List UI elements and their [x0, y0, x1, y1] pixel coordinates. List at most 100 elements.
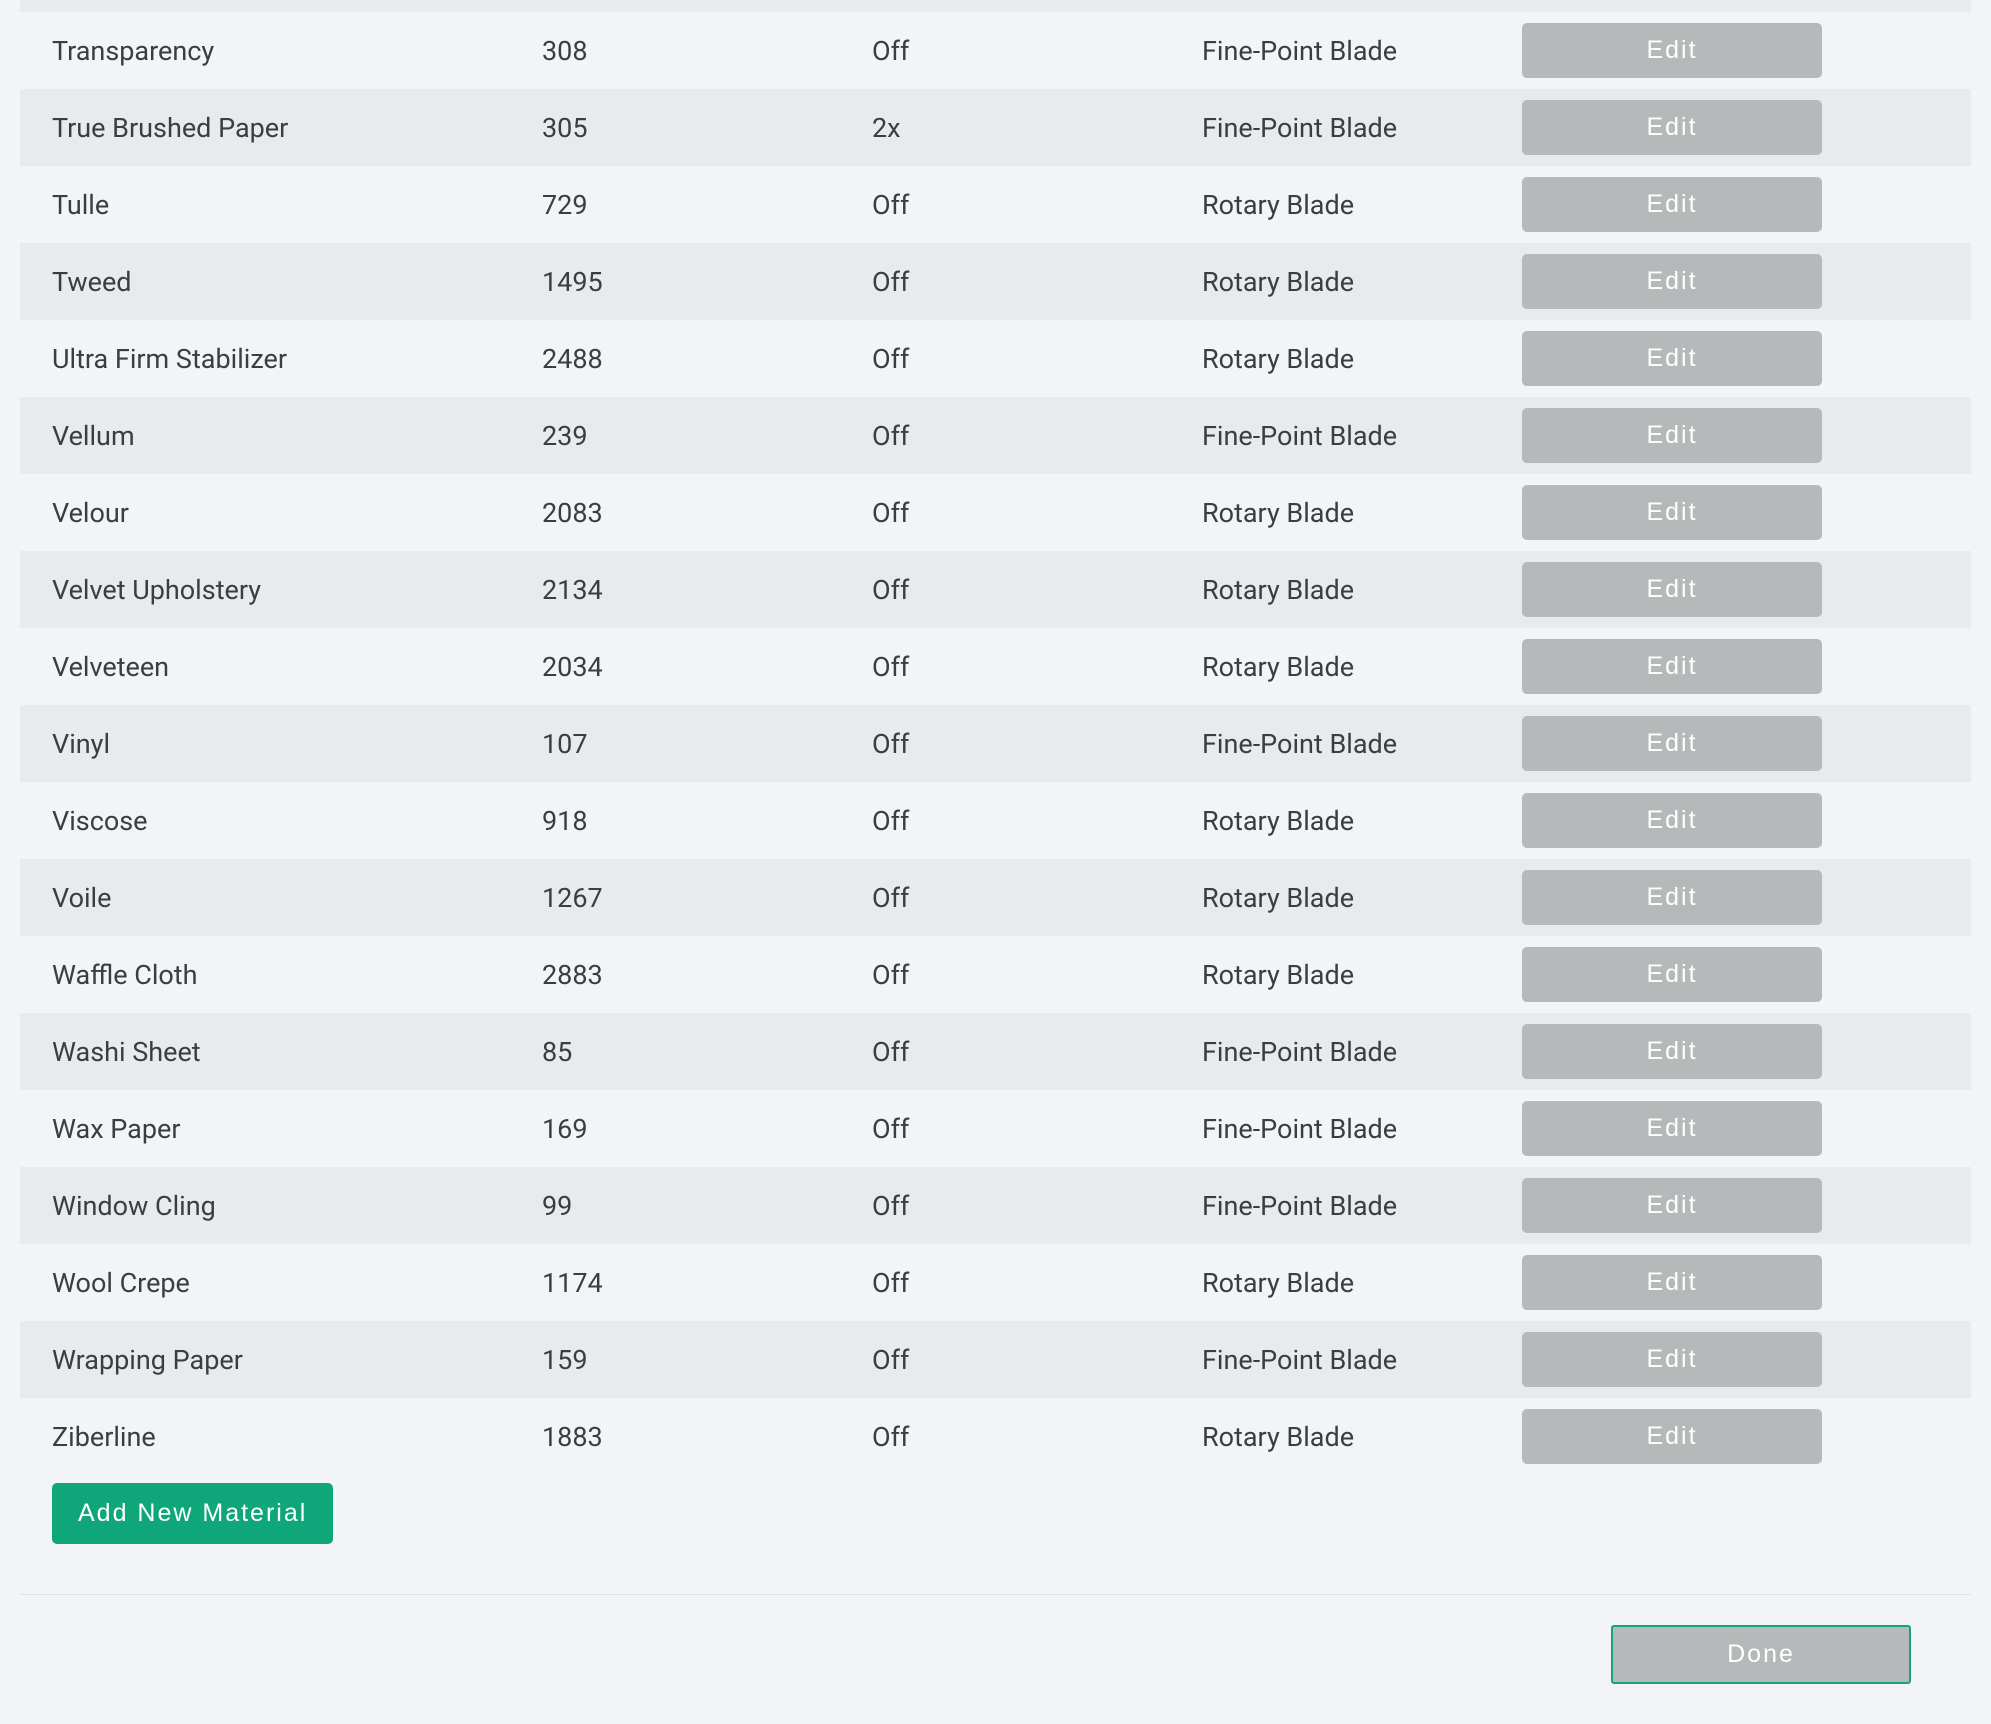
material-pressure: 159 — [542, 1344, 872, 1376]
material-pressure: 2134 — [542, 574, 872, 606]
material-name: Tweed — [52, 266, 542, 298]
table-row: Waffle Cloth2883OffRotary BladeEdit — [20, 936, 1971, 1013]
edit-button[interactable]: Edit — [1522, 716, 1822, 771]
edit-button[interactable]: Edit — [1522, 793, 1822, 848]
table-row: Wrapping Paper159OffFine-Point BladeEdit — [20, 1321, 1971, 1398]
edit-button[interactable]: Edit — [1522, 177, 1822, 232]
material-name: True Brushed Paper — [52, 112, 542, 144]
edit-button[interactable]: Edit — [1522, 254, 1822, 309]
material-blade: Rotary Blade — [1202, 805, 1522, 837]
material-name: Wax Paper — [52, 1113, 542, 1145]
material-multicut: Off — [872, 266, 1202, 298]
material-name: Ziberline — [52, 1421, 542, 1453]
material-multicut: Off — [872, 574, 1202, 606]
edit-button[interactable]: Edit — [1522, 23, 1822, 78]
table-row: Wax Paper169OffFine-Point BladeEdit — [20, 1090, 1971, 1167]
material-name: Tulle — [52, 189, 542, 221]
material-name: Wrapping Paper — [52, 1344, 542, 1376]
material-pressure: 2488 — [542, 343, 872, 375]
material-multicut: Off — [872, 1344, 1202, 1376]
material-multicut: Off — [872, 1421, 1202, 1453]
edit-button[interactable]: Edit — [1522, 1409, 1822, 1464]
material-blade: Rotary Blade — [1202, 651, 1522, 683]
partial-row-cutoff — [20, 0, 1971, 12]
edit-button[interactable]: Edit — [1522, 100, 1822, 155]
material-blade: Rotary Blade — [1202, 959, 1522, 991]
material-name: Vellum — [52, 420, 542, 452]
footer: Done — [20, 1625, 1971, 1684]
table-row: Vinyl107OffFine-Point BladeEdit — [20, 705, 1971, 782]
material-name: Transparency — [52, 35, 542, 67]
material-multicut: Off — [872, 728, 1202, 760]
edit-button[interactable]: Edit — [1522, 485, 1822, 540]
material-blade: Fine-Point Blade — [1202, 1113, 1522, 1145]
material-pressure: 1267 — [542, 882, 872, 914]
material-multicut: Off — [872, 420, 1202, 452]
add-new-material-button[interactable]: Add New Material — [52, 1483, 333, 1544]
material-blade: Fine-Point Blade — [1202, 728, 1522, 760]
table-row: Window Cling99OffFine-Point BladeEdit — [20, 1167, 1971, 1244]
material-multicut: Off — [872, 343, 1202, 375]
material-pressure: 2083 — [542, 497, 872, 529]
edit-button[interactable]: Edit — [1522, 1255, 1822, 1310]
material-name: Voile — [52, 882, 542, 914]
material-pressure: 305 — [542, 112, 872, 144]
material-name: Velour — [52, 497, 542, 529]
material-multicut: Off — [872, 497, 1202, 529]
edit-button[interactable]: Edit — [1522, 408, 1822, 463]
edit-button[interactable]: Edit — [1522, 870, 1822, 925]
material-name: Ultra Firm Stabilizer — [52, 343, 542, 375]
material-blade: Rotary Blade — [1202, 497, 1522, 529]
edit-button[interactable]: Edit — [1522, 1024, 1822, 1079]
table-row: Vellum239OffFine-Point BladeEdit — [20, 397, 1971, 474]
edit-button[interactable]: Edit — [1522, 1178, 1822, 1233]
material-multicut: Off — [872, 1190, 1202, 1222]
material-name: Waffle Cloth — [52, 959, 542, 991]
edit-button[interactable]: Edit — [1522, 331, 1822, 386]
edit-button[interactable]: Edit — [1522, 562, 1822, 617]
material-pressure: 107 — [542, 728, 872, 760]
material-blade: Rotary Blade — [1202, 189, 1522, 221]
material-name: Washi Sheet — [52, 1036, 542, 1068]
material-pressure: 239 — [542, 420, 872, 452]
material-multicut: Off — [872, 35, 1202, 67]
material-blade: Fine-Point Blade — [1202, 35, 1522, 67]
material-name: Window Cling — [52, 1190, 542, 1222]
table-row: Washi Sheet85OffFine-Point BladeEdit — [20, 1013, 1971, 1090]
table-row: Transparency308OffFine-Point BladeEdit — [20, 12, 1971, 89]
table-row: Wool Crepe1174OffRotary BladeEdit — [20, 1244, 1971, 1321]
edit-button[interactable]: Edit — [1522, 1332, 1822, 1387]
material-pressure: 169 — [542, 1113, 872, 1145]
table-row: Voile1267OffRotary BladeEdit — [20, 859, 1971, 936]
material-pressure: 918 — [542, 805, 872, 837]
table-row: Tulle729OffRotary BladeEdit — [20, 166, 1971, 243]
material-pressure: 2883 — [542, 959, 872, 991]
material-pressure: 1883 — [542, 1421, 872, 1453]
table-row: Velveteen2034OffRotary BladeEdit — [20, 628, 1971, 705]
material-name: Velvet Upholstery — [52, 574, 542, 606]
edit-button[interactable]: Edit — [1522, 1101, 1822, 1156]
material-blade: Rotary Blade — [1202, 266, 1522, 298]
edit-button[interactable]: Edit — [1522, 947, 1822, 1002]
done-button[interactable]: Done — [1611, 1625, 1911, 1684]
material-blade: Rotary Blade — [1202, 882, 1522, 914]
table-row: Velour2083OffRotary BladeEdit — [20, 474, 1971, 551]
material-multicut: Off — [872, 882, 1202, 914]
material-multicut: Off — [872, 189, 1202, 221]
material-pressure: 1174 — [542, 1267, 872, 1299]
material-pressure: 308 — [542, 35, 872, 67]
table-row: Tweed1495OffRotary BladeEdit — [20, 243, 1971, 320]
material-pressure: 729 — [542, 189, 872, 221]
material-multicut: Off — [872, 1036, 1202, 1068]
material-pressure: 85 — [542, 1036, 872, 1068]
material-name: Vinyl — [52, 728, 542, 760]
material-blade: Fine-Point Blade — [1202, 112, 1522, 144]
material-multicut: Off — [872, 1267, 1202, 1299]
material-name: Wool Crepe — [52, 1267, 542, 1299]
material-blade: Rotary Blade — [1202, 574, 1522, 606]
materials-table: Transparency308OffFine-Point BladeEditTr… — [20, 12, 1971, 1475]
table-row: Velvet Upholstery2134OffRotary BladeEdit — [20, 551, 1971, 628]
table-row: True Brushed Paper3052xFine-Point BladeE… — [20, 89, 1971, 166]
material-multicut: Off — [872, 805, 1202, 837]
edit-button[interactable]: Edit — [1522, 639, 1822, 694]
